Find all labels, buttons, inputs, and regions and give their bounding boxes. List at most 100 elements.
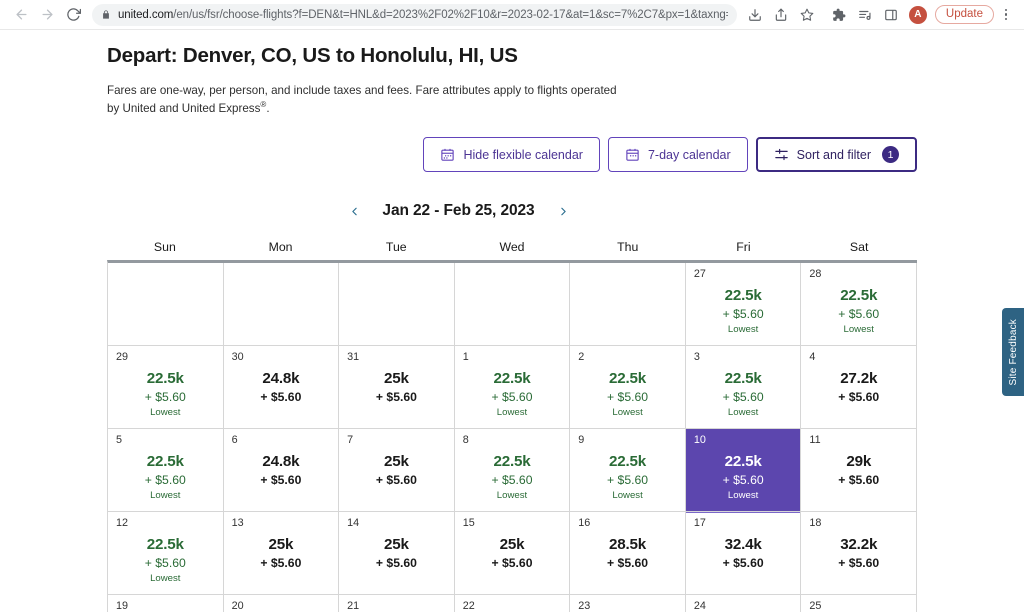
browser-menu-button[interactable] xyxy=(996,3,1016,27)
day-number: 7 xyxy=(347,434,354,447)
address-bar[interactable]: united.com/en/us/fsr/choose-flights?f=DE… xyxy=(92,3,737,26)
fare-block: 25k + $5.60 xyxy=(463,536,562,572)
calendar-day-cell[interactable]: 31 25k + $5.60 xyxy=(339,346,455,430)
day-number: 30 xyxy=(231,351,244,364)
tax-amount: + $5.60 xyxy=(375,389,417,404)
calendar-day-cell[interactable]: 10 22.5k + $5.60 Lowest xyxy=(685,429,802,513)
fare-note-line2: Express xyxy=(218,101,261,115)
install-app-button[interactable] xyxy=(743,3,767,27)
miles-amount: 25k xyxy=(384,453,409,471)
hide-flexible-calendar-button[interactable]: Hide flexible calendar xyxy=(423,137,600,173)
fare-note-line1: Fares are one-way, per person, and inclu… xyxy=(107,83,617,115)
tax-amount: + $5.60 xyxy=(838,472,880,487)
calendar-day-cell[interactable]: 17 32.4k + $5.60 xyxy=(685,512,802,596)
calendar-day-cell[interactable]: 12 22.5k + $5.60 Lowest xyxy=(108,512,224,596)
back-arrow-icon xyxy=(16,9,26,20)
extensions-button[interactable] xyxy=(827,3,851,27)
calendar-day-cell[interactable]: 18 32.2k + $5.60 xyxy=(801,512,917,596)
tax-amount: + $5.60 xyxy=(607,555,649,570)
page-body: Depart: Denver, CO, US to Honolulu, HI, … xyxy=(0,30,1024,612)
calendar-day-cell[interactable]: 5 22.5k + $5.60 Lowest xyxy=(108,429,224,513)
share-button[interactable] xyxy=(769,3,793,27)
miles-amount: 22.5k xyxy=(724,287,762,305)
calendar-day-cell[interactable]: 2125k+ $5.60 xyxy=(339,595,455,612)
miles-amount: 22.5k xyxy=(840,287,878,305)
calendar-day-cell[interactable]: 3 22.5k + $5.60 Lowest xyxy=(685,346,802,430)
day-number: 1 xyxy=(462,351,469,364)
url-path: /en/us/fsr/choose-flights?f=DEN&t=HNL&d=… xyxy=(173,8,728,21)
day-number: 15 xyxy=(462,517,475,530)
calendar-day-cell[interactable]: 27 22.5k + $5.60 Lowest xyxy=(685,263,802,347)
calendar-day-cell[interactable]: 13 25k + $5.60 xyxy=(223,512,340,596)
calendar-day-cell[interactable]: 9 22.5k + $5.60 Lowest xyxy=(570,429,686,513)
back-button[interactable] xyxy=(8,2,34,28)
miles-amount: 29k xyxy=(846,453,872,471)
calendar-day-cell[interactable]: 14 25k + $5.60 xyxy=(339,512,455,596)
next-dates-button[interactable] xyxy=(546,196,580,226)
calendar-icon xyxy=(626,149,639,161)
tax-amount: + $5.60 xyxy=(491,389,533,404)
day-number: 2 xyxy=(578,351,585,364)
calendar-day-cell[interactable]: 2032.8k+ $5.60 xyxy=(223,595,340,612)
day-number: 31 xyxy=(347,351,360,364)
seven-day-calendar-button[interactable]: 7-day calendar xyxy=(607,137,748,173)
fare-note: Fares are one-way, per person, and inclu… xyxy=(107,82,632,118)
calendar-day-cell[interactable]: 2222.5k+ $5.60Lowest xyxy=(454,595,571,612)
calendar-day-cell[interactable]: 1927.3k+ $5.60 xyxy=(108,595,224,612)
calendar-day-cell[interactable]: 11 29k + $5.60 xyxy=(801,429,917,513)
calendar-day-cell[interactable]: 1 22.5k + $5.60 Lowest xyxy=(454,346,571,430)
tax-amount: + $5.60 xyxy=(260,472,302,487)
day-of-week-mon: Mon xyxy=(268,240,293,255)
fare-block: 32.4k + $5.60 xyxy=(694,536,793,572)
calendar-day-cell[interactable]: 30 24.8k + $5.60 xyxy=(223,346,340,430)
calendar-cell-empty xyxy=(454,263,571,347)
calendar-day-cell[interactable]: 15 25k + $5.60 xyxy=(454,512,571,596)
filter-sliders-icon xyxy=(774,149,788,161)
day-of-week-tue: Tue xyxy=(385,240,407,255)
calendar-cell-empty xyxy=(339,263,455,347)
site-feedback-tab[interactable]: Site Feedback xyxy=(1002,308,1024,396)
side-panel-button[interactable] xyxy=(879,3,903,27)
miles-amount: 24.8k xyxy=(262,453,300,471)
lowest-fare-label: Lowest xyxy=(612,406,643,418)
bookmark-star-icon xyxy=(800,8,814,21)
site-feedback-label: Site Feedback xyxy=(1007,318,1019,386)
tax-amount: + $5.60 xyxy=(722,389,764,404)
avatar[interactable]: A xyxy=(908,5,927,24)
calendar-day-cell[interactable]: 29 22.5k + $5.60 Lowest xyxy=(108,346,224,430)
calendar-day-cell[interactable]: 16 28.5k + $5.60 xyxy=(570,512,686,596)
calendar-grid: 27 22.5k + $5.60 Lowest 28 22.5k + $5.60 Lowest… xyxy=(107,260,917,612)
calendar-day-cell[interactable]: 28 22.5k + $5.60 Lowest xyxy=(801,263,917,347)
previous-dates-button[interactable] xyxy=(337,196,371,226)
bookmark-button[interactable] xyxy=(795,3,819,27)
toolbar-icons: A Update xyxy=(743,3,1016,27)
calendar-cell-empty xyxy=(570,263,686,347)
fare-block: 22.5k + $5.60 Lowest xyxy=(694,287,793,337)
calendar-day-cell[interactable]: 2322.5k+ $5.60Lowest xyxy=(570,595,686,612)
calendar-day-cell[interactable]: 8 22.5k + $5.60 Lowest xyxy=(454,429,571,513)
day-of-week-fri: Fri xyxy=(736,240,751,255)
miles-amount: 22.5k xyxy=(609,370,647,388)
date-range-nav: Jan 22 - Feb 25, 2023 xyxy=(0,196,1024,226)
calendar-day-cell[interactable]: 2525k+ $5.60 xyxy=(801,595,917,612)
calendar-day-cell[interactable]: 4 27.2k + $5.60 xyxy=(801,346,917,430)
day-number: 3 xyxy=(693,351,700,364)
reading-list-button[interactable] xyxy=(853,3,877,27)
reload-button[interactable] xyxy=(60,2,86,28)
fare-block: 22.5k + $5.60 Lowest xyxy=(116,536,215,586)
calendar-day-cell[interactable]: 6 24.8k + $5.60 xyxy=(223,429,340,513)
tax-amount: + $5.60 xyxy=(375,472,417,487)
day-number: 28 xyxy=(809,268,822,281)
filter-count-badge: 1 xyxy=(882,146,899,164)
update-button[interactable]: Update xyxy=(934,5,994,24)
tax-amount: + $5.60 xyxy=(722,472,764,487)
calendar-day-cell[interactable]: 2422.5k+ $5.60Lowest xyxy=(685,595,802,612)
day-of-week-thu: Thu xyxy=(617,240,639,255)
calendar-day-cell[interactable]: 2 22.5k + $5.60 Lowest xyxy=(570,346,686,430)
forward-button[interactable] xyxy=(34,2,60,28)
miles-amount: 25k xyxy=(268,536,294,554)
calendar-day-cell[interactable]: 7 25k + $5.60 xyxy=(339,429,455,513)
day-number: 10 xyxy=(693,434,706,447)
sort-and-filter-button[interactable]: Sort and filter 1 xyxy=(755,137,917,173)
tax-amount: + $5.60 xyxy=(838,306,880,321)
